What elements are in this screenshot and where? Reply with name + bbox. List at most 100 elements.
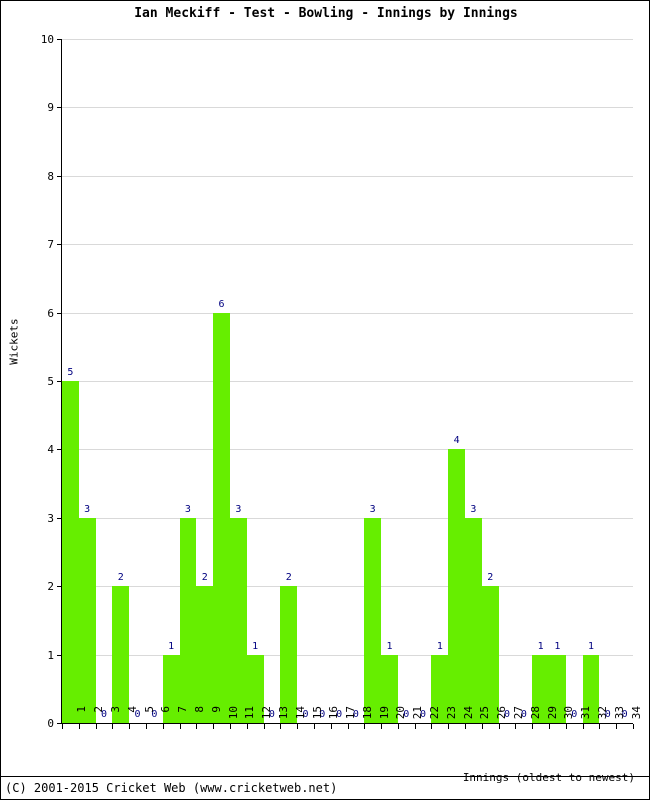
x-tick-mark (616, 724, 618, 729)
x-tick-mark (582, 724, 584, 729)
bar-value-label: 1 (587, 640, 595, 652)
bar-value-label: 3 (470, 503, 477, 515)
gridline (62, 244, 633, 246)
bar-value-label: 1 (252, 640, 259, 652)
bar-value-label: 2 (285, 572, 292, 584)
x-tick-label: 13 (276, 706, 290, 720)
x-tick-label: 31 (579, 706, 593, 720)
bar-value-label: 1 (386, 640, 393, 652)
y-tick-label: 7 (47, 238, 54, 252)
bar-value-label: 2 (201, 572, 208, 584)
bar-value-label: 2 (117, 572, 124, 584)
x-tick-label: 25 (478, 706, 492, 720)
x-tick-mark (347, 724, 349, 729)
x-tick-label: 19 (377, 706, 391, 720)
x-tick-mark (263, 724, 265, 729)
bar-value-label: 2 (487, 572, 494, 584)
x-tick-label: 8 (192, 706, 206, 713)
copyright-notice: (C) 2001-2015 Cricket Web (www.cricketwe… (5, 781, 338, 795)
y-tick-label: 3 (47, 511, 54, 525)
gridline (62, 381, 633, 382)
x-tick-label: 20 (394, 706, 408, 720)
x-tick-mark (213, 724, 215, 729)
x-tick-label: 28 (528, 706, 542, 720)
x-tick-mark (162, 724, 164, 729)
x-tick-label: 29 (545, 706, 559, 720)
x-tick-mark (129, 724, 131, 729)
x-tick-mark (78, 724, 80, 729)
x-tick-mark (62, 724, 63, 729)
bar (62, 381, 79, 723)
x-tick-label: 24 (461, 706, 475, 720)
x-tick-label: 16 (327, 706, 341, 720)
gridline (62, 175, 633, 177)
x-tick-label: 27 (512, 706, 526, 720)
bar (213, 312, 230, 723)
gridline (62, 107, 633, 109)
bar-value-label: 1 (168, 640, 175, 652)
x-tick-label: 11 (243, 706, 257, 720)
bar (364, 517, 382, 723)
y-tick-label: 4 (47, 443, 54, 457)
x-tick-label: 17 (344, 706, 358, 720)
x-tick-label: 21 (411, 706, 425, 720)
x-tick-mark (246, 724, 248, 729)
x-tick-label: 14 (293, 706, 307, 720)
bar-value-label: 6 (218, 298, 225, 310)
bar-value-label: 3 (369, 503, 376, 515)
x-tick-label: 2 (92, 706, 106, 713)
bar (78, 517, 96, 723)
x-tick-label: 30 (562, 706, 576, 720)
x-tick-mark (448, 724, 450, 729)
y-tick-label: 2 (47, 580, 54, 594)
x-tick-mark (465, 724, 467, 729)
x-tick-label: 6 (159, 706, 173, 713)
plot-area (62, 39, 633, 723)
x-tick-mark (364, 724, 366, 729)
bar-value-label: 5 (67, 367, 74, 378)
chart-page: Ian Meckiff - Test - Bowling - Innings b… (0, 0, 650, 800)
bar (196, 586, 214, 723)
bar (448, 449, 466, 723)
x-tick-mark (498, 724, 500, 729)
x-tick-mark (145, 724, 147, 729)
x-tick-mark (229, 724, 231, 729)
y-tick-label: 9 (47, 101, 54, 115)
y-tick-label: 8 (47, 169, 54, 183)
x-tick-label: 18 (360, 706, 374, 720)
x-tick-mark (179, 724, 181, 729)
x-axis-title: Innings (oldest to newest) (462, 771, 635, 784)
gridline (62, 517, 633, 519)
x-tick-label: 3 (108, 706, 122, 713)
x-tick-label: 26 (495, 706, 509, 720)
footer-divider (1, 776, 649, 777)
x-tick-mark (297, 724, 299, 729)
x-tick-mark (481, 724, 483, 729)
y-tick-label: 5 (47, 375, 54, 388)
bar-value-label: 3 (84, 503, 91, 515)
bar-value-label: 4 (453, 435, 460, 447)
x-tick-mark (599, 724, 601, 729)
bar (280, 586, 298, 723)
x-tick-mark (280, 724, 282, 729)
x-tick-label: 1 (75, 706, 89, 713)
bar (481, 586, 499, 723)
x-tick-label: 7 (176, 706, 190, 713)
gridline (62, 39, 633, 40)
x-tick-label: 5 (142, 706, 156, 713)
gridline (62, 312, 633, 314)
x-tick-mark (515, 724, 517, 729)
x-tick-label: 34 (629, 706, 643, 720)
x-tick-mark (414, 724, 416, 729)
bar (229, 517, 247, 723)
y-tick-label: 0 (47, 717, 54, 730)
x-tick-mark (532, 724, 534, 729)
x-tick-label: 10 (226, 706, 240, 720)
x-tick-label: 33 (612, 706, 626, 720)
bar (179, 517, 197, 723)
bar (465, 517, 482, 723)
bar-value-label: 3 (235, 503, 242, 515)
x-tick-label: 9 (209, 706, 223, 713)
bar-value-label: 1 (554, 640, 561, 652)
x-tick-mark (549, 724, 551, 729)
